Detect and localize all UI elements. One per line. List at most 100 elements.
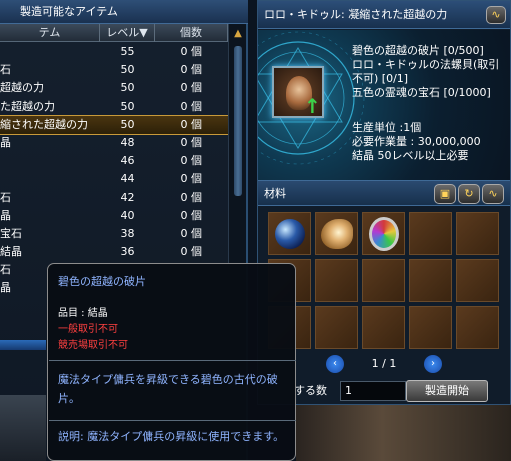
item-name: た超越の力 [0,99,55,113]
item-row[interactable]: 宝石 38 0 個 [0,225,228,243]
divider [49,360,296,361]
quantity-input[interactable]: 1 [340,381,406,401]
item-level: 50 [120,81,135,95]
material-slot[interactable] [456,306,499,349]
item-row[interactable]: 晶 40 0 個 [0,207,228,225]
list-header: テム レベル▼ 個数 [0,24,228,42]
chevron-left-icon[interactable]: ‹ [326,355,344,373]
start-crafting-button[interactable]: 製造開始 [406,380,488,402]
item-count: 0 個 [180,45,203,58]
material-slot[interactable] [315,306,358,349]
item-level: 50 [120,63,135,77]
item-level: 55 [120,45,135,58]
left-blue-bar [0,340,46,350]
material-slot[interactable] [409,212,452,255]
item-count: 0 個 [180,117,203,131]
item-tooltip: 碧色の超越の破片 品目 : 結晶 一般取引不可 競売場取引不可 魔法タイプ傭兵を… [47,263,296,461]
material-slot[interactable] [456,259,499,302]
item-name [0,170,100,188]
chevron-right-icon[interactable]: › [424,355,442,373]
material-slot[interactable] [362,212,405,255]
tooltip-restriction: 一般取引不可 [58,324,118,335]
recipe-info-panel: ↑ 碧色の超越の破片 [0/500] ロロ・キドゥルの法螺貝(取引 不可) [0… [258,30,510,180]
list-scrollbar[interactable]: ▲ [228,24,246,264]
item-name: 石 [0,63,11,77]
result-item-icon[interactable]: ↑ [272,66,324,118]
item-list: 55 0 個石 50 0 個超越の力 50 0 個た超越の力 50 0 個縮された超越の力 50… [0,43,229,298]
item-name: 縮された超越の力 [0,117,88,131]
item-name: 宝石 [0,226,22,240]
material-slot[interactable] [409,306,452,349]
material-grid [268,212,504,349]
item-count: 0 個 [180,190,203,204]
background-scene-right [296,405,511,461]
item-count: 0 個 [180,172,203,186]
item-level: 36 [120,245,135,259]
column-item[interactable]: テム [0,24,100,42]
item-count: 0 個 [180,208,203,222]
material-slot[interactable] [315,259,358,302]
item-count: 0 個 [180,135,203,149]
upgrade-arrow-icon: ↑ [304,94,321,118]
tooltip-item-type: 品目 : 結晶 [58,308,108,319]
divider [49,420,296,421]
item-row[interactable]: 55 0 個 [0,43,228,61]
materials-label: 材料 [264,187,286,200]
rainbow-gem-icon [369,217,399,251]
item-row[interactable]: 46 0 個 [0,152,228,170]
item-row[interactable]: 超越の力 50 0 個 [0,79,228,97]
item-row[interactable]: 結晶 36 0 個 [0,243,228,261]
column-level-sort[interactable]: レベル▼ [100,24,155,42]
item-row[interactable]: 晶 48 0 個 [0,134,228,152]
item-level: 44 [120,172,135,186]
graph-icon[interactable]: ∿ [482,184,504,204]
item-level: 50 [120,99,135,113]
tooltip-title: 碧色の超越の破片 [58,275,146,288]
production-line: 必要作業量 : 30,000,000 [352,135,481,148]
item-row[interactable]: 石 50 0 個 [0,61,228,79]
chevron-up-icon[interactable]: ▲ [232,28,244,40]
material-line: 碧色の超越の破片 [0/500] [352,44,484,57]
item-row[interactable]: 石 42 0 個 [0,189,228,207]
page-indicator: 1 / 1 [371,357,397,370]
item-count: 0 個 [180,63,203,77]
bag-icon[interactable]: ▣ [434,184,456,204]
item-level: 40 [120,208,135,222]
material-slot[interactable] [362,259,405,302]
item-count: 0 個 [180,226,203,240]
item-name: 超越の力 [0,81,44,95]
craftable-items-title: 製造可能なアイテム [0,0,248,24]
tooltip-description: 魔法タイプ傭兵を昇級できる碧色の古代の破片。 [58,373,278,405]
scrollbar-thumb[interactable] [234,46,242,196]
tooltip-usage: 説明: 魔法タイプ傭兵の昇級に使用できます。 [58,430,285,443]
production-info: 生産単位 :1個 必要作業量 : 30,000,000 結晶 50レベル以上必要 [352,121,481,163]
material-line: ロロ・キドゥルの法螺貝(取引 [352,58,500,71]
production-line: 結晶 50レベル以上必要 [352,149,469,162]
conch-shell-icon [321,219,353,249]
material-slot[interactable] [362,306,405,349]
material-slot[interactable] [409,259,452,302]
item-count: 0 個 [180,99,203,113]
item-count: 0 個 [180,245,203,259]
quantity-label: する数 [294,384,327,397]
material-slot[interactable] [456,212,499,255]
item-row[interactable]: 44 0 個 [0,170,228,188]
item-level: 48 [120,135,135,149]
item-row[interactable]: た超越の力 50 0 個 [0,98,228,116]
item-name [0,152,100,170]
material-line: 五色の霊魂の宝石 [0/1000] [352,86,491,99]
item-name: 晶 [0,208,11,222]
item-level: 46 [120,154,135,168]
item-name: 結晶 [0,245,22,259]
required-materials: 碧色の超越の破片 [0/500] ロロ・キドゥルの法螺貝(取引 不可) [0/1… [352,44,499,100]
background-scene [0,395,46,461]
material-slot[interactable] [315,212,358,255]
production-line: 生産単位 :1個 [352,121,422,134]
graph-icon[interactable]: ∿ [486,6,506,24]
column-count[interactable]: 個数 [155,24,228,42]
item-level: 50 [120,117,135,131]
refresh-icon[interactable]: ↻ [458,184,480,204]
blue-shard-icon [275,219,305,249]
material-slot[interactable] [268,212,311,255]
item-row[interactable]: 縮された超越の力 50 0 個 [0,114,229,135]
